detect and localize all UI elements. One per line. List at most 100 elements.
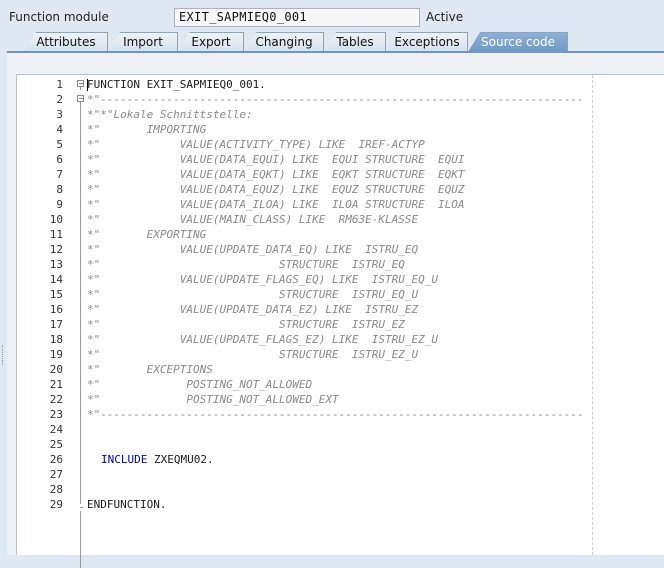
code-line[interactable]: 11 *" EXPORTING bbox=[17, 227, 664, 242]
comment-text: *" VALUE(UPDATE_DATA_EZ) LIKE ISTRU_EZ bbox=[87, 303, 419, 316]
code-line[interactable]: 14 *" VALUE(UPDATE_FLAGS_EQ) LIKE ISTRU_E… bbox=[17, 272, 664, 287]
code-line[interactable]: 3 *"*"Lokale Schnittstelle: bbox=[17, 107, 664, 122]
line-number: 6 bbox=[56, 153, 63, 166]
code-line[interactable]: 8 *" VALUE(DATA_EQUZ) LIKE EQUZ STRUCTURE… bbox=[17, 182, 664, 197]
function-module-field[interactable]: EXIT_SAPMIEQ0_001 bbox=[174, 8, 420, 27]
tab-label: Tables bbox=[336, 35, 374, 49]
code-line[interactable]: 18 *" VALUE(UPDATE_FLAGS_EZ) LIKE ISTRU_E… bbox=[17, 332, 664, 347]
tab-tables[interactable]: Tables bbox=[324, 32, 386, 52]
code-line[interactable]: 16 *" VALUE(UPDATE_DATA_EZ) LIKE ISTRU_EZ bbox=[17, 302, 664, 317]
line-number: 26 bbox=[49, 453, 63, 466]
code-line[interactable]: 24 bbox=[17, 422, 664, 437]
comment-text: *" STRUCTURE ISTRU_EQ_U bbox=[87, 288, 419, 301]
comment-text: *" VALUE(UPDATE_FLAGS_EZ) LIKE ISTRU_EZ_… bbox=[87, 333, 438, 346]
comment-text: *" STRUCTURE ISTRU_EZ_U bbox=[87, 348, 419, 361]
code-line[interactable]: 26 INCLUDE ZXEQMU02. bbox=[17, 452, 664, 467]
comment-text: *" STRUCTURE ISTRU_EZ bbox=[87, 318, 405, 331]
code-line[interactable]: 5 *" VALUE(ACTIVITY_TYPE) LIKE IREF-ACTYP bbox=[17, 137, 664, 152]
line-number: 25 bbox=[49, 438, 63, 451]
code-line[interactable]: 10 *" VALUE(MAIN_CLASS) LIKE RM63E-KLASSE bbox=[17, 212, 664, 227]
code-line[interactable]: 9 *" VALUE(DATA_ILOA) LIKE ILOA STRUCTURE… bbox=[17, 197, 664, 212]
line-number: 15 bbox=[49, 288, 63, 301]
code-line[interactable]: 7 *" VALUE(DATA_EQKT) LIKE EQKT STRUCTURE… bbox=[17, 167, 664, 182]
comment-text: *"--------------------------------------… bbox=[87, 93, 584, 106]
tab-changing[interactable]: Changing bbox=[244, 32, 324, 52]
line-number: 10 bbox=[49, 213, 63, 226]
line-number: 22 bbox=[49, 393, 63, 406]
fold-guide bbox=[80, 511, 81, 568]
tab-label: Source code bbox=[481, 35, 555, 49]
comment-text: *" VALUE(DATA_EQUI) LIKE EQUI STRUCTURE … bbox=[87, 153, 465, 166]
code-line[interactable]: 25 bbox=[17, 437, 664, 452]
code-line[interactable]: 17 *" STRUCTURE ISTRU_EZ bbox=[17, 317, 664, 332]
splitter-handle[interactable] bbox=[2, 345, 5, 365]
code-line[interactable]: 28 bbox=[17, 482, 664, 497]
line-number: 18 bbox=[49, 333, 63, 346]
code-line[interactable]: 2 − *"------------------------------------… bbox=[17, 92, 664, 107]
comment-text: *" STRUCTURE ISTRU_EQ bbox=[87, 258, 405, 271]
tab-strip: Attributes Import Export Changing Tables… bbox=[7, 32, 664, 52]
line-number: 13 bbox=[49, 258, 63, 271]
code-line[interactable]: 4 *" IMPORTING bbox=[17, 122, 664, 137]
line-number: 28 bbox=[49, 483, 63, 496]
function-header: Function module EXIT_SAPMIEQ0_001 Active bbox=[0, 0, 664, 30]
line-number: 29 bbox=[49, 498, 63, 511]
code-text: FUNCTION EXIT_SAPMIEQ0_001. bbox=[87, 78, 266, 91]
tab-label: Changing bbox=[255, 35, 313, 49]
code-line[interactable]: 23 *"------------------------------------… bbox=[17, 407, 664, 422]
comment-text: *" EXPORTING bbox=[87, 228, 207, 241]
code-line[interactable]: 15 *" STRUCTURE ISTRU_EQ_U bbox=[17, 287, 664, 302]
line-number: 11 bbox=[49, 228, 63, 241]
line-number: 3 bbox=[56, 108, 63, 121]
line-number: 8 bbox=[56, 183, 63, 196]
comment-text: *" EXCEPTIONS bbox=[87, 363, 213, 376]
code-line[interactable]: 12 *" VALUE(UPDATE_DATA_EQ) LIKE ISTRU_EQ bbox=[17, 242, 664, 257]
comment-text: *" VALUE(UPDATE_FLAGS_EQ) LIKE ISTRU_EQ_… bbox=[87, 273, 438, 286]
status-text: Active bbox=[426, 10, 464, 24]
code-line[interactable]: 19 *" STRUCTURE ISTRU_EZ_U bbox=[17, 347, 664, 362]
code-line[interactable]: 29 ENDFUNCTION. bbox=[17, 497, 664, 512]
tab-attributes[interactable]: Attributes bbox=[24, 32, 108, 52]
include-name: ZXEQMU02. bbox=[147, 453, 214, 466]
comment-text: *" VALUE(UPDATE_DATA_EQ) LIKE ISTRU_EQ bbox=[87, 243, 419, 256]
line-number: 21 bbox=[49, 378, 63, 391]
line-number: 27 bbox=[49, 468, 63, 481]
abap-code-editor[interactable]: 1− FUNCTION EXIT_SAPMIEQ0_001. 2− *"-------… bbox=[16, 74, 664, 568]
line-number: 12 bbox=[49, 243, 63, 256]
comment-text: *" VALUE(MAIN_CLASS) LIKE RM63E-KLASSE bbox=[87, 213, 419, 226]
line-number: 9 bbox=[56, 198, 63, 211]
tab-exceptions[interactable]: Exceptions bbox=[386, 32, 468, 52]
line-number: 16 bbox=[49, 303, 63, 316]
tab-label: Import bbox=[123, 35, 163, 49]
tab-import[interactable]: Import bbox=[108, 32, 178, 52]
code-line[interactable]: 13 *" STRUCTURE ISTRU_EQ bbox=[17, 257, 664, 272]
include-keyword: INCLUDE bbox=[101, 453, 148, 466]
tab-export[interactable]: Export bbox=[178, 32, 244, 52]
line-number: 5 bbox=[56, 138, 63, 151]
line-number: 24 bbox=[49, 423, 63, 436]
line-number: 7 bbox=[56, 168, 63, 181]
code-line[interactable]: 21 *" POSTING_NOT_ALLOWED bbox=[17, 377, 664, 392]
line-number: 23 bbox=[49, 408, 63, 421]
code-line[interactable]: 27 bbox=[17, 467, 664, 482]
comment-text: *" VALUE(DATA_ILOA) LIKE ILOA STRUCTURE … bbox=[87, 198, 465, 211]
collapse-icon[interactable]: − bbox=[77, 95, 85, 103]
code-line[interactable]: 20 *" EXCEPTIONS bbox=[17, 362, 664, 377]
tab-source-code[interactable]: Source code bbox=[468, 32, 568, 52]
line-number: 4 bbox=[56, 123, 63, 136]
comment-text: *" POSTING_NOT_ALLOWED bbox=[87, 378, 313, 391]
line-number: 19 bbox=[49, 348, 63, 361]
code-line[interactable]: 22 *" POSTING_NOT_ALLOWED_EXT bbox=[17, 392, 664, 407]
code-line[interactable]: 1 − FUNCTION EXIT_SAPMIEQ0_001. bbox=[17, 77, 664, 92]
text-cursor bbox=[87, 79, 88, 91]
tab-label: Exceptions bbox=[394, 35, 460, 49]
code-line[interactable]: 6 *" VALUE(DATA_EQUI) LIKE EQUI STRUCTURE… bbox=[17, 152, 664, 167]
line-number: 14 bbox=[49, 273, 63, 286]
code-text: ENDFUNCTION. bbox=[87, 498, 167, 511]
comment-text: *"--------------------------------------… bbox=[87, 408, 584, 421]
tab-label: Export bbox=[191, 35, 231, 49]
collapse-icon[interactable]: − bbox=[77, 80, 85, 88]
comment-text: *" POSTING_NOT_ALLOWED_EXT bbox=[87, 393, 339, 406]
comment-text: *" VALUE(ACTIVITY_TYPE) LIKE IREF-ACTYP bbox=[87, 138, 425, 151]
include-statement: INCLUDE ZXEQMU02. bbox=[101, 453, 214, 466]
